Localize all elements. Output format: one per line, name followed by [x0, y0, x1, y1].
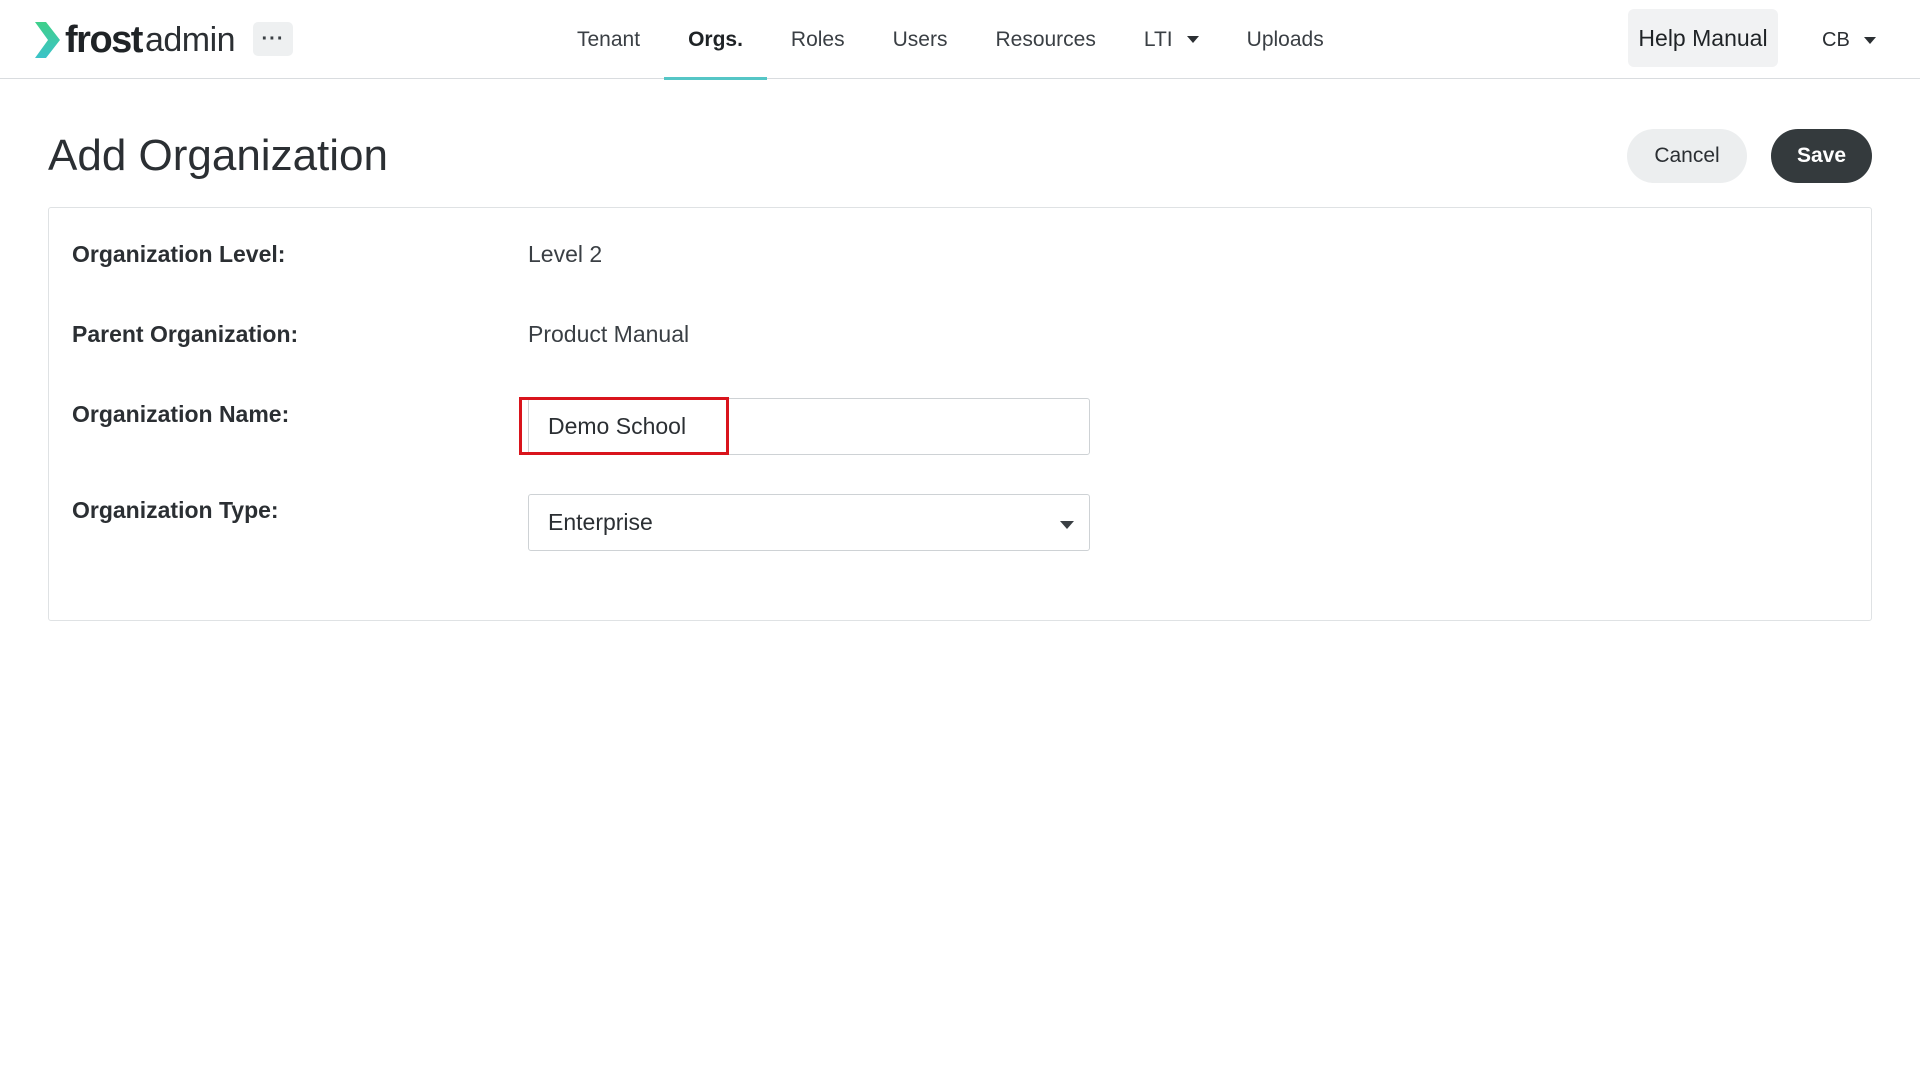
cancel-button[interactable]: Cancel	[1627, 129, 1747, 183]
user-menu[interactable]: CB	[1822, 22, 1876, 58]
user-initials: CB	[1822, 28, 1850, 51]
nav-item-lti[interactable]: LTI	[1120, 0, 1223, 79]
organization-form: Organization Level: Level 2 Parent Organ…	[48, 207, 1872, 621]
nav-item-tenant[interactable]: Tenant	[553, 0, 664, 79]
parent-organization-label: Parent Organization:	[72, 321, 299, 347]
help-manual-button[interactable]: Help Manual	[1628, 9, 1778, 67]
organization-name-input[interactable]	[528, 398, 1090, 455]
more-menu-button[interactable]: ···	[253, 22, 293, 56]
organization-level-value: Level 2	[528, 241, 603, 267]
nav-item-uploads[interactable]: Uploads	[1223, 0, 1348, 79]
caret-down-icon	[1863, 36, 1876, 44]
organization-name-label: Organization Name:	[72, 401, 290, 427]
frost-admin-logo[interactable]: frost admin	[33, 19, 236, 61]
organization-type-value: Enterprise	[548, 509, 653, 535]
organization-type-label: Organization Type:	[72, 497, 279, 523]
caret-down-icon	[1186, 36, 1199, 43]
logo-text-admin: admin	[144, 21, 236, 59]
nav-item-users[interactable]: Users	[869, 0, 972, 79]
nav-item-resources[interactable]: Resources	[971, 0, 1119, 79]
parent-organization-value: Product Manual	[528, 321, 690, 347]
save-button[interactable]: Save	[1771, 129, 1872, 183]
ellipsis-icon: ···	[261, 28, 285, 50]
nav-item-orgs[interactable]: Orgs.	[664, 0, 767, 80]
organization-level-label: Organization Level:	[72, 241, 286, 267]
frost-chevron-logo-icon	[35, 22, 60, 58]
logo-text-frost: frost	[65, 19, 143, 61]
caret-down-icon	[1060, 521, 1074, 529]
page-title: Add Organization	[48, 131, 388, 180]
organization-type-select[interactable]: Enterprise	[528, 494, 1090, 551]
main-nav: Tenant Orgs. Roles Users Resources LTI U…	[553, 0, 1348, 80]
top-navigation-bar: frost admin ··· Tenant Orgs. Roles Users…	[0, 0, 1920, 80]
nav-item-roles[interactable]: Roles	[767, 0, 869, 79]
